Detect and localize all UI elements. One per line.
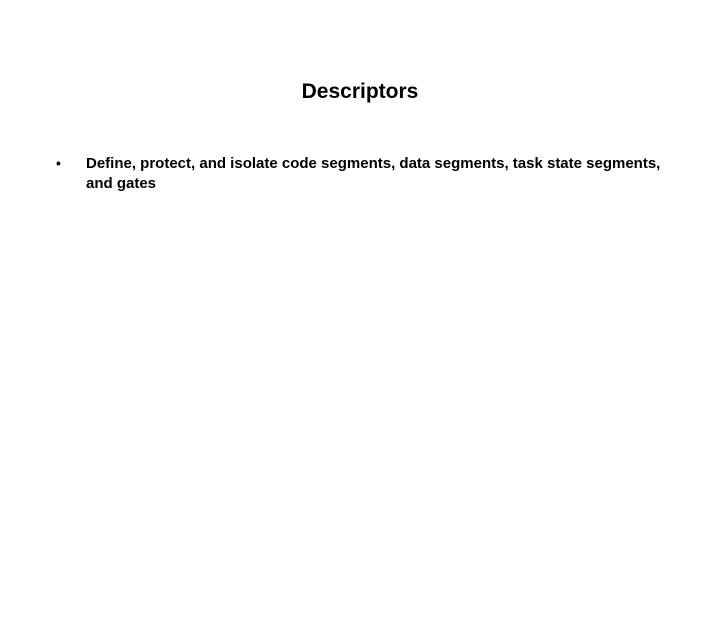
slide: Descriptors • Define, protect, and isola…: [0, 80, 720, 620]
bullet-marker: •: [50, 154, 86, 173]
bullet-text: Define, protect, and isolate code segmen…: [86, 154, 690, 195]
bullet-item: • Define, protect, and isolate code segm…: [50, 154, 690, 195]
slide-title: Descriptors: [0, 80, 720, 104]
slide-content: • Define, protect, and isolate code segm…: [0, 154, 720, 195]
